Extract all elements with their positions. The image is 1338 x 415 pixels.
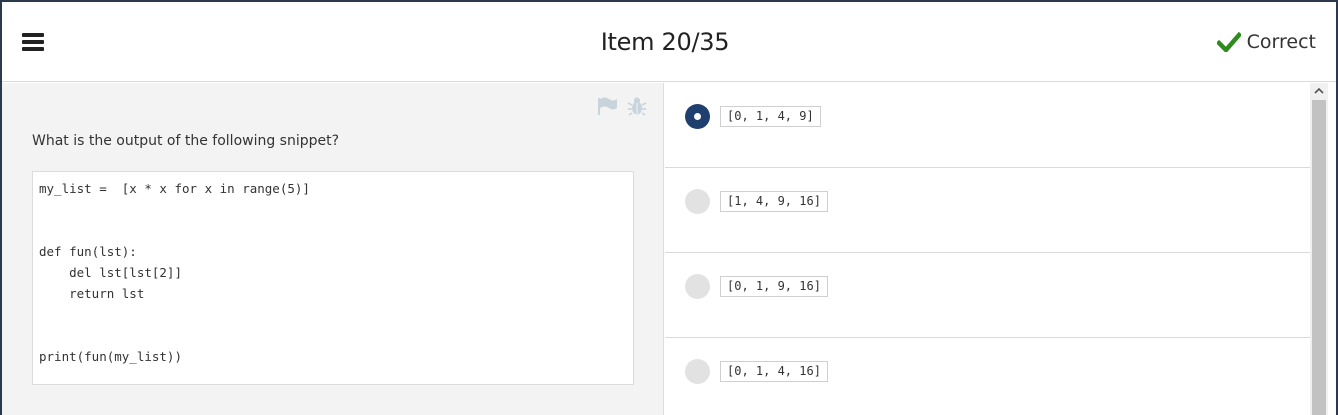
status-label: Correct	[1246, 31, 1316, 53]
question-prompt: What is the output of the following snip…	[32, 133, 340, 149]
answer-text: [1, 4, 9, 16]	[720, 191, 828, 212]
chevron-up-icon	[1314, 87, 1324, 94]
scroll-up-arrow[interactable]	[1310, 83, 1328, 99]
answer-text: [0, 1, 9, 16]	[720, 276, 828, 297]
scrollbar[interactable]	[1310, 83, 1328, 415]
radio-button[interactable]	[685, 359, 710, 384]
question-tools	[596, 95, 648, 117]
answer-option-3[interactable]: [0, 1, 9, 16]	[665, 253, 1310, 338]
checkmark-icon	[1216, 32, 1241, 52]
page-title: Item 20/35	[600, 28, 730, 56]
scrollbar-thumb[interactable]	[1312, 100, 1326, 415]
answers-pane: [0, 1, 4, 9] [1, 4, 9, 16] [0, 1, 9, 16]…	[665, 83, 1310, 415]
answer-text: [0, 1, 4, 9]	[720, 106, 821, 127]
answer-option-1[interactable]: [0, 1, 4, 9]	[665, 83, 1310, 168]
answer-text: [0, 1, 4, 16]	[720, 361, 828, 382]
status-indicator: Correct	[1216, 31, 1316, 53]
question-pane: What is the output of the following snip…	[2, 83, 664, 415]
answer-option-4[interactable]: [0, 1, 4, 16]	[665, 338, 1310, 415]
radio-button-selected[interactable]	[685, 104, 710, 129]
bug-icon[interactable]	[626, 95, 648, 117]
answer-option-2[interactable]: [1, 4, 9, 16]	[665, 168, 1310, 253]
radio-button[interactable]	[685, 189, 710, 214]
app-frame: Item 20/35 Correct What is the output of…	[2, 2, 1336, 415]
radio-button[interactable]	[685, 274, 710, 299]
right-edge	[1328, 83, 1336, 415]
code-text: my_list = [x * x for x in range(5)] def …	[39, 181, 310, 364]
flag-icon[interactable]	[596, 95, 618, 117]
code-snippet: my_list = [x * x for x in range(5)] def …	[32, 171, 634, 385]
header-bar: Item 20/35 Correct	[2, 2, 1336, 82]
